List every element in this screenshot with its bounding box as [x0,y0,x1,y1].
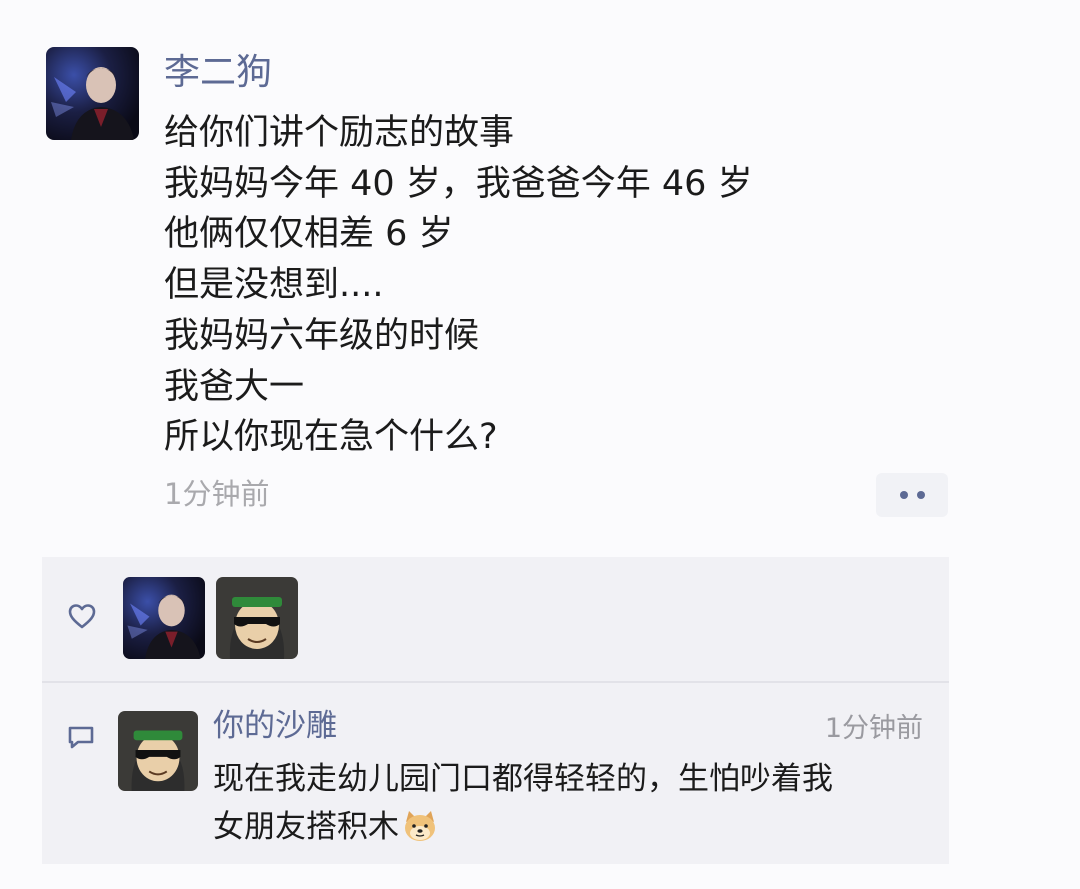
avatar-dark-portrait-image [123,577,205,659]
comment-text-line: 女朋友搭积木 [213,809,399,845]
interaction-panel: 你的沙雕 1分钟前 现在我走幼儿园门口都得轻轻的，生怕吵着我 女朋友搭积木 [42,557,949,864]
moments-post: 李二狗 给你们讲个励志的故事 我妈妈今年 40 岁，我爸爸今年 46 岁 他俩仅… [0,0,1080,889]
commenter-avatar[interactable] [118,711,198,791]
post-line: 给你们讲个励志的故事 [164,113,515,153]
more-dot-icon [916,491,925,499]
more-actions-button[interactable] [876,473,948,517]
comment-timestamp: 1分钟前 [824,713,923,744]
commenter-name[interactable]: 你的沙雕 [213,705,337,747]
author-avatar[interactable] [46,47,139,140]
avatar-cartoon-sunglasses-image [216,577,298,659]
post-line: 但是没想到.... [164,265,384,306]
post-line: 他俩仅仅相差 6 岁 [164,214,454,255]
likes-row [42,557,949,678]
heart-icon [68,604,96,629]
avatar-dark-portrait-image [46,47,139,140]
post-line: 我爸大一 [164,366,305,407]
comment-text-line-2: 女朋友搭积木 [213,803,928,851]
liker-avatar[interactable] [216,577,298,659]
post-timestamp: 1分钟前 [164,477,270,511]
more-dot-icon [899,491,908,499]
post-line: 所以你现在急个什么? [164,417,498,458]
post-line: 我妈妈今年 40 岁，我爸爸今年 46 岁 [164,163,753,204]
post-line: 我妈妈六年级的时候 [164,315,480,356]
post-content: 给你们讲个励志的故事 我妈妈今年 40 岁，我爸爸今年 46 岁 他俩仅仅相差 … [164,108,924,463]
comment-text-line: 现在我走幼儿园门口都得轻轻的，生怕吵着我 [213,761,833,797]
comment-icon [68,726,94,749]
doge-emoji-icon [405,811,435,841]
author-name[interactable]: 李二狗 [164,49,272,97]
avatar-cartoon-sunglasses-image [118,711,198,791]
comment-item[interactable]: 你的沙雕 1分钟前 现在我走幼儿园门口都得轻轻的，生怕吵着我 女朋友搭积木 [42,683,949,864]
liker-avatar[interactable] [123,577,205,659]
comment-text: 现在我走幼儿园门口都得轻轻的，生怕吵着我 女朋友搭积木 [213,755,928,851]
